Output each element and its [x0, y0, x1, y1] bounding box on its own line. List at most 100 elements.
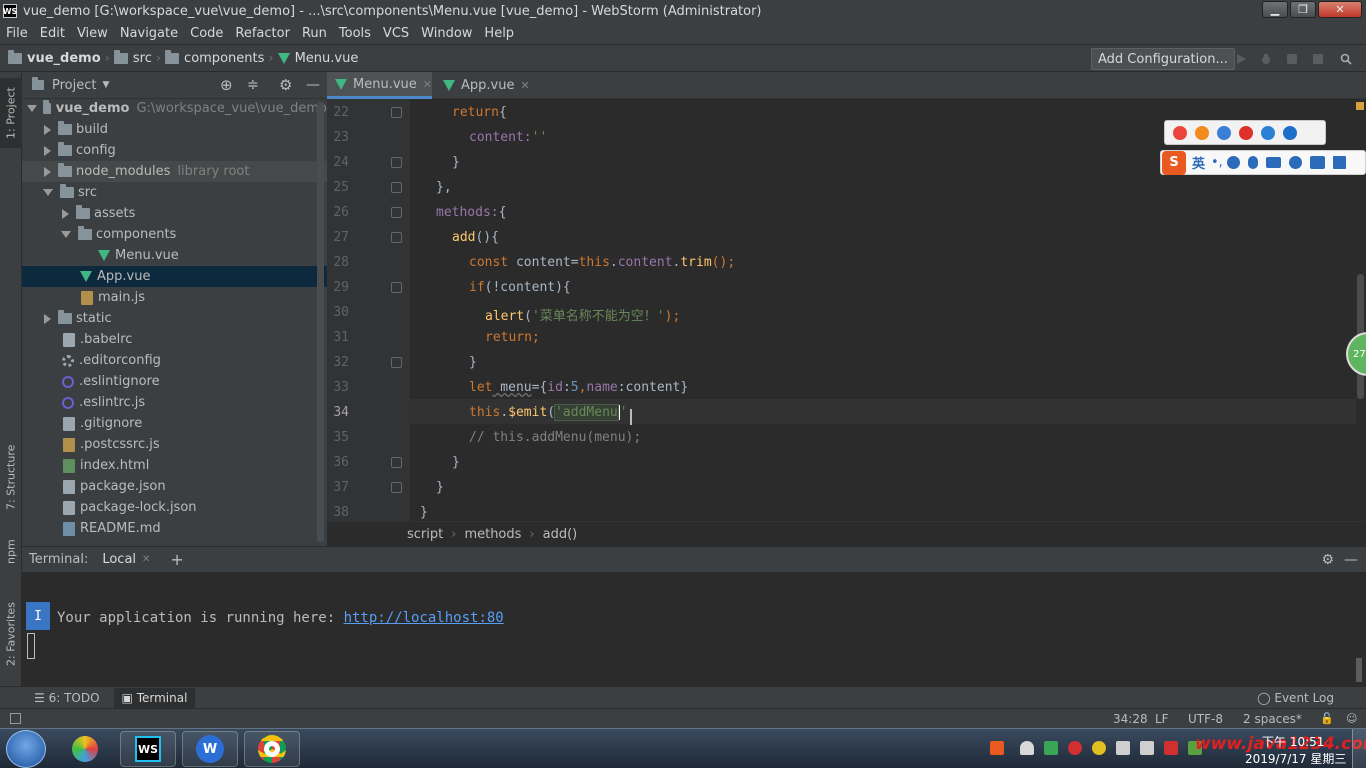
- terminal-tool-tab[interactable]: ▣ Terminal: [113, 687, 196, 708]
- notification-icon[interactable]: [1020, 741, 1034, 755]
- taskbar-app-chrome[interactable]: [244, 731, 300, 767]
- tree-item-index-html[interactable]: index.html: [22, 455, 327, 476]
- project-scrollbar[interactable]: [317, 102, 324, 542]
- tree-item-node-modules[interactable]: node_modules library root: [22, 161, 327, 182]
- opera-icon[interactable]: [1239, 125, 1253, 140]
- maximize-button[interactable]: ❐: [1290, 1, 1316, 18]
- menu-refactor[interactable]: Refactor: [229, 26, 296, 41]
- taskbar-app-webstorm[interactable]: WS: [120, 731, 176, 767]
- tree-item-eslintignore[interactable]: .eslintignore: [22, 371, 327, 392]
- display-icon[interactable]: [1140, 741, 1154, 755]
- ime-punctuation[interactable]: •,: [1211, 155, 1223, 170]
- minimize-button[interactable]: ▁: [1262, 1, 1288, 18]
- indent-setting[interactable]: 2 spaces*: [1243, 712, 1302, 726]
- run-icon[interactable]: [1235, 53, 1247, 65]
- tree-item-eslintrc[interactable]: .eslintrc.js: [22, 392, 327, 413]
- keyboard-icon[interactable]: [1265, 157, 1281, 168]
- coverage-icon[interactable]: [1286, 53, 1298, 65]
- gear-icon[interactable]: ⚙: [279, 76, 292, 94]
- breadcrumb-project[interactable]: vue_demo: [4, 49, 105, 66]
- tree-item-package-lock-json[interactable]: package-lock.json: [22, 497, 327, 518]
- file-encoding[interactable]: UTF-8: [1188, 712, 1223, 726]
- sogou-ime-icon[interactable]: S: [1162, 150, 1186, 175]
- tree-item-menu-vue[interactable]: Menu.vue: [22, 245, 327, 266]
- show-desktop-button[interactable]: [1352, 729, 1366, 768]
- user-icon[interactable]: [1288, 156, 1302, 169]
- collapse-all-icon[interactable]: ≑: [247, 77, 259, 93]
- gear-icon[interactable]: ⚙: [1321, 552, 1334, 568]
- new-terminal-button[interactable]: +: [170, 550, 183, 569]
- todo-tool-tab[interactable]: ☰ 6: TODO: [34, 691, 100, 705]
- fold-marker[interactable]: [391, 182, 402, 193]
- tree-item-gitignore[interactable]: .gitignore: [22, 413, 327, 434]
- tree-root[interactable]: vue_demo G:\workspace_vue\vue_demo: [22, 98, 327, 119]
- lock-icon[interactable]: 🔓: [1320, 712, 1334, 725]
- menu-code[interactable]: Code: [184, 26, 229, 41]
- menu-help[interactable]: Help: [478, 26, 520, 41]
- breadcrumb-components[interactable]: components: [161, 49, 268, 66]
- ime-language[interactable]: 英: [1192, 153, 1205, 172]
- add-configuration-button[interactable]: Add Configuration...: [1091, 48, 1235, 70]
- menu-navigate[interactable]: Navigate: [114, 26, 184, 41]
- tree-item-config[interactable]: config: [22, 140, 327, 161]
- antivirus-icon[interactable]: [1068, 741, 1082, 755]
- tree-item-readme[interactable]: README.md: [22, 518, 327, 539]
- chevron-down-icon[interactable]: ▼: [102, 80, 109, 90]
- editor-breadcrumb-item[interactable]: add(): [543, 527, 578, 542]
- tree-item-editorconfig[interactable]: .editorconfig: [22, 350, 327, 371]
- clock-time[interactable]: 下午 10:51: [1262, 733, 1324, 750]
- skin-icon[interactable]: [1309, 156, 1325, 169]
- tree-item-app-vue[interactable]: App.vue: [22, 266, 327, 287]
- editor-breadcrumb-item[interactable]: methods: [464, 527, 521, 542]
- fold-marker[interactable]: [391, 357, 402, 368]
- search-everywhere-icon[interactable]: [1340, 53, 1352, 65]
- close-button[interactable]: ✕: [1318, 1, 1362, 18]
- tab-menu-vue[interactable]: Menu.vue ✕: [327, 72, 432, 99]
- close-tab-icon[interactable]: ✕: [142, 554, 150, 565]
- debug-icon[interactable]: [1260, 53, 1272, 65]
- editor-breadcrumb-item[interactable]: script: [407, 527, 443, 542]
- project-tool-tab[interactable]: 1: Project: [0, 78, 22, 148]
- shield-icon[interactable]: [1044, 741, 1058, 755]
- menu-file[interactable]: File: [0, 26, 34, 41]
- fold-marker[interactable]: [391, 207, 402, 218]
- npm-tool-tab[interactable]: npm: [0, 527, 22, 577]
- breadcrumb-src[interactable]: src: [110, 49, 156, 66]
- localhost-link[interactable]: http://localhost:80: [344, 610, 504, 626]
- tab-app-vue[interactable]: App.vue ✕: [435, 72, 531, 99]
- menu-edit[interactable]: Edit: [34, 26, 71, 41]
- project-view-selector[interactable]: Project: [52, 78, 96, 93]
- fold-marker[interactable]: [391, 107, 402, 118]
- menu-run[interactable]: Run: [296, 26, 333, 41]
- tool-windows-icon[interactable]: [10, 713, 21, 724]
- tray-app-icon[interactable]: [1164, 741, 1178, 755]
- clock-date[interactable]: 2019/7/17 星期三: [1245, 750, 1346, 767]
- taskbar-app-pinwheel[interactable]: [57, 731, 113, 767]
- locate-icon[interactable]: ⊕: [220, 76, 233, 94]
- tree-item-components[interactable]: components: [22, 224, 327, 245]
- close-tab-icon[interactable]: ✕: [423, 78, 432, 91]
- menu-vcs[interactable]: VCS: [377, 26, 415, 41]
- tree-item-postcssrc[interactable]: .postcssrc.js: [22, 434, 327, 455]
- stop-icon[interactable]: [1312, 53, 1324, 65]
- hide-panel-icon[interactable]: —: [306, 77, 320, 93]
- firefox-icon[interactable]: [1195, 125, 1209, 140]
- emoji-icon[interactable]: [1226, 156, 1240, 169]
- favorites-tool-tab[interactable]: 2: Favorites: [0, 592, 22, 677]
- menu-view[interactable]: View: [71, 26, 114, 41]
- tree-item-main-js[interactable]: main.js: [22, 287, 327, 308]
- tree-item-assets[interactable]: assets: [22, 203, 327, 224]
- fold-marker[interactable]: [391, 232, 402, 243]
- terminal-scrollbar[interactable]: [1356, 658, 1362, 682]
- menu-window[interactable]: Window: [415, 26, 478, 41]
- tree-item-babelrc[interactable]: .babelrc: [22, 329, 327, 350]
- inspector-icon[interactable]: ☺: [1346, 712, 1357, 725]
- caret-position[interactable]: 34:28: [1113, 712, 1148, 726]
- terminal-tab-local[interactable]: Local: [102, 552, 136, 567]
- taskbar-app-wps[interactable]: W: [182, 731, 238, 767]
- chrome-icon[interactable]: [1173, 125, 1187, 140]
- sogou-tray-icon[interactable]: [990, 741, 1004, 755]
- event-log-tool-tab[interactable]: ◯ Event Log: [1257, 691, 1334, 705]
- close-tab-icon[interactable]: ✕: [520, 79, 529, 92]
- start-button[interactable]: [6, 730, 46, 768]
